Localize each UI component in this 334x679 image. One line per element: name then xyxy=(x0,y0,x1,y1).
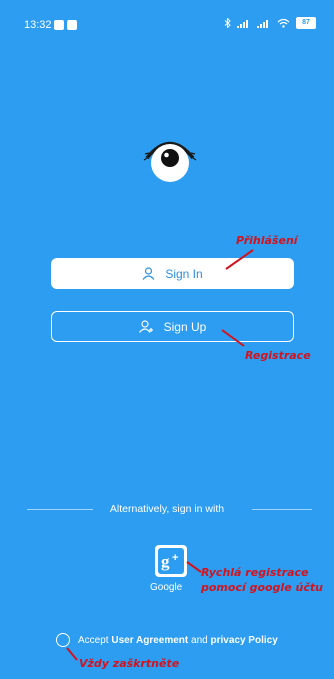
annotation-arrow-google xyxy=(186,561,202,573)
annotation-sign-up: Registrace xyxy=(245,349,311,362)
annotation-arrow-sign-in xyxy=(225,249,254,270)
annotation-google-line1: Rychlá registrace xyxy=(201,566,309,579)
annotation-checkbox: Vždy zaškrtněte xyxy=(79,657,180,670)
login-screen: 13:32 87 Sign In Sign Up Alternatively, … xyxy=(0,0,334,679)
annotation-arrow-sign-up xyxy=(221,329,245,347)
annotation-google-line2: pomocí google účtu xyxy=(201,581,323,594)
annotation-arrow-checkbox xyxy=(66,647,78,661)
annotation-sign-in: Přihlášení xyxy=(236,234,298,247)
